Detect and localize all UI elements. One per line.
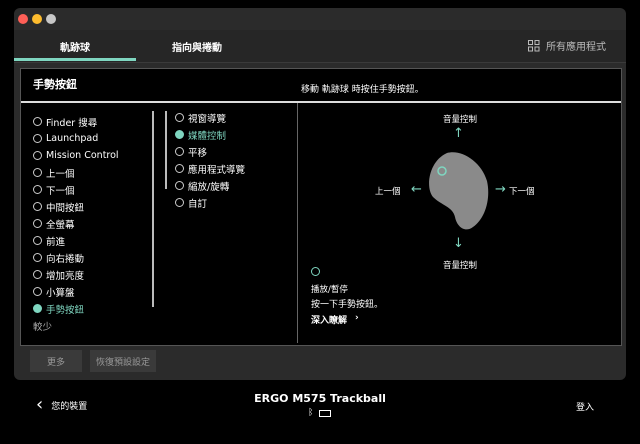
left-scrollbar[interactable] bbox=[152, 111, 154, 307]
device-status: ᛒ bbox=[308, 408, 332, 418]
radio-icon bbox=[33, 287, 42, 296]
list-item[interactable]: 媒體控制 bbox=[175, 126, 245, 143]
right-action-label: 下一個 bbox=[509, 187, 535, 197]
arrow-down-icon: ↓ bbox=[453, 236, 464, 251]
less-link[interactable]: 較少 bbox=[33, 317, 119, 334]
all-apps-label: 所有應用程式 bbox=[546, 42, 606, 53]
footer-bar: ‹ 您的裝置 ERGO M575 Trackball ᛒ 登入 bbox=[0, 384, 640, 444]
list-item[interactable]: 應用程式導覽 bbox=[175, 160, 245, 177]
list-item[interactable]: 前進 bbox=[33, 232, 119, 249]
zoom-window-button[interactable] bbox=[46, 14, 56, 24]
close-window-button[interactable] bbox=[18, 14, 28, 24]
grid-icon bbox=[528, 39, 540, 51]
radio-icon bbox=[33, 219, 42, 228]
middle-scrollbar[interactable] bbox=[165, 111, 167, 189]
list-item[interactable]: 中間按鈕 bbox=[33, 198, 119, 215]
down-action-label: 音量控制 bbox=[443, 261, 478, 271]
list-item[interactable]: Launchpad bbox=[33, 130, 119, 147]
click-action-title: 播放/暫停 bbox=[311, 285, 348, 295]
arrow-right-icon: → bbox=[495, 182, 506, 197]
more-button[interactable]: 更多 bbox=[30, 350, 82, 372]
trackball-mouse-icon bbox=[429, 152, 489, 230]
device-name: ERGO M575 Trackball bbox=[254, 392, 386, 405]
login-button[interactable]: 登入 bbox=[576, 400, 594, 413]
list-item[interactable]: 視窗導覽 bbox=[175, 109, 245, 126]
radio-selected-icon bbox=[33, 304, 42, 313]
bluetooth-icon: ᛒ bbox=[308, 408, 314, 418]
click-indicator-icon bbox=[311, 267, 320, 276]
tab-pointing-scrolling[interactable]: 指向與捲動 bbox=[172, 39, 222, 54]
radio-selected-icon bbox=[175, 130, 184, 139]
radio-icon bbox=[175, 147, 184, 156]
panel-description: 移動 軌跡球 時按住手勢按鈕。 bbox=[301, 85, 424, 95]
list-item[interactable]: 縮放/旋轉 bbox=[175, 177, 245, 194]
panel-header: 手勢按鈕 移動 軌跡球 時按住手勢按鈕。 bbox=[21, 69, 621, 103]
radio-icon bbox=[33, 236, 42, 245]
list-item[interactable]: 手勢按鈕 bbox=[33, 300, 119, 317]
minimize-window-button[interactable] bbox=[32, 14, 42, 24]
radio-icon bbox=[33, 270, 42, 279]
panel-divider bbox=[297, 103, 298, 343]
list-item[interactable]: 平移 bbox=[175, 143, 245, 160]
list-item[interactable]: 小算盤 bbox=[33, 283, 119, 300]
radio-icon bbox=[33, 151, 42, 160]
tab-bar: 軌跡球 指向與捲動 所有應用程式 bbox=[14, 30, 626, 63]
gesture-panel: 手勢按鈕 移動 軌跡球 時按住手勢按鈕。 Finder 搜尋 Launchpad… bbox=[20, 68, 622, 346]
list-item[interactable]: 向右捲動 bbox=[33, 249, 119, 266]
active-tab-indicator bbox=[14, 58, 136, 61]
list-item[interactable]: Mission Control bbox=[33, 147, 119, 164]
radio-icon bbox=[33, 134, 42, 143]
radio-icon bbox=[175, 113, 184, 122]
radio-icon bbox=[33, 202, 42, 211]
panel-title: 手勢按鈕 bbox=[33, 78, 77, 91]
radio-icon bbox=[175, 164, 184, 173]
restore-defaults-button[interactable]: 恢復預設設定 bbox=[90, 350, 156, 372]
gesture-type-list: 視窗導覽 媒體控制 平移 應用程式導覽 縮放/旋轉 自訂 bbox=[175, 109, 245, 211]
app-window: 軌跡球 指向與捲動 所有應用程式 手勢按鈕 移動 軌跡球 時按住手勢按鈕。 Fi… bbox=[14, 8, 626, 380]
list-item[interactable]: 上一個 bbox=[33, 164, 119, 181]
list-item[interactable]: 增加亮度 bbox=[33, 266, 119, 283]
list-item[interactable]: 自訂 bbox=[175, 194, 245, 211]
up-action-label: 音量控制 bbox=[443, 115, 478, 125]
action-list: Finder 搜尋 Launchpad Mission Control 上一個 … bbox=[33, 113, 119, 334]
arrow-up-icon: ↑ bbox=[453, 126, 464, 141]
radio-icon bbox=[175, 198, 184, 207]
radio-icon bbox=[33, 168, 42, 177]
list-item[interactable]: 下一個 bbox=[33, 181, 119, 198]
click-action-desc: 按一下手勢按鈕。 bbox=[311, 300, 384, 310]
left-action-label: 上一個 bbox=[375, 187, 401, 197]
radio-icon bbox=[33, 253, 42, 262]
tab-trackball[interactable]: 軌跡球 bbox=[60, 39, 90, 54]
battery-icon bbox=[319, 409, 332, 417]
learn-more-label: 深入瞭解 bbox=[311, 316, 348, 326]
list-item[interactable]: Finder 搜尋 bbox=[33, 113, 119, 130]
radio-icon bbox=[33, 185, 42, 194]
title-bar bbox=[14, 8, 626, 30]
learn-more-link[interactable]: 深入瞭解 › bbox=[311, 313, 359, 326]
radio-icon bbox=[175, 181, 184, 190]
list-item[interactable]: 全螢幕 bbox=[33, 215, 119, 232]
all-apps-button[interactable]: 所有應用程式 bbox=[528, 38, 606, 53]
radio-icon bbox=[33, 117, 42, 126]
chevron-right-icon: › bbox=[355, 313, 359, 323]
